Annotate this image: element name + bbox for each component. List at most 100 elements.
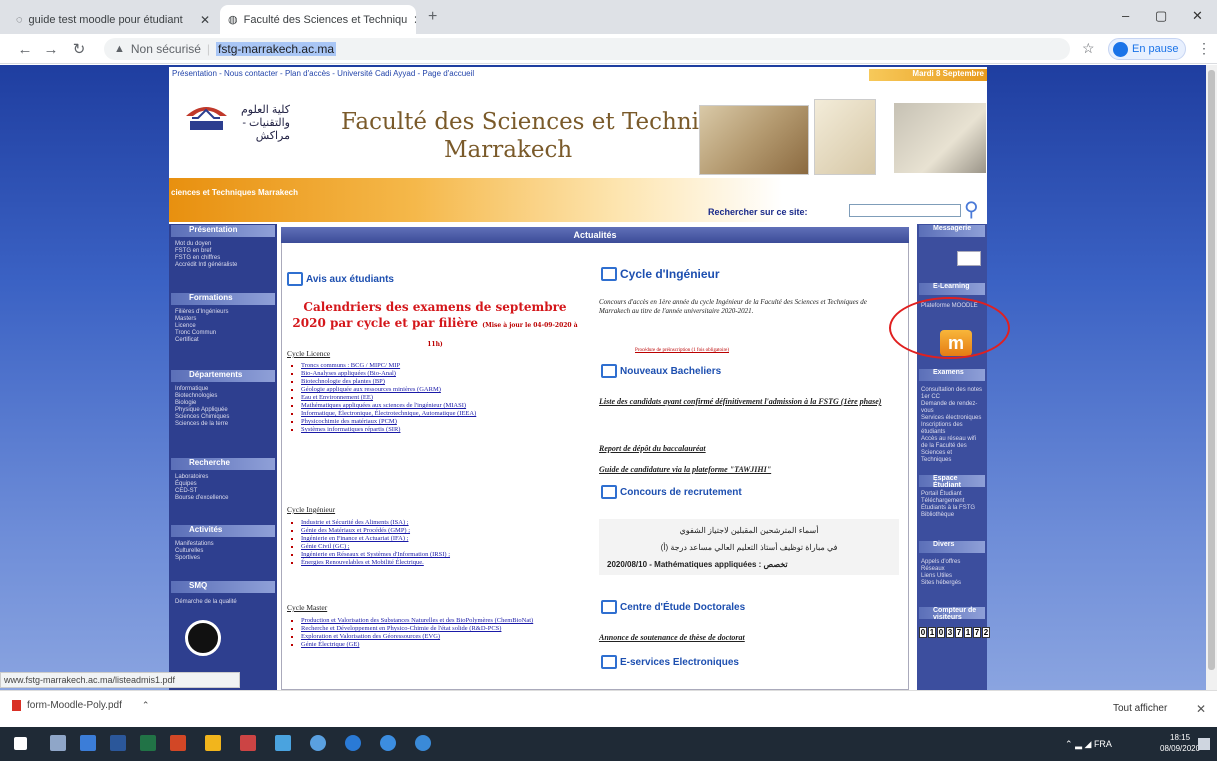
clock[interactable]: 18:15 08/09/2020 xyxy=(1160,732,1200,754)
minimize-button[interactable]: – xyxy=(1122,8,1129,23)
close-window-button[interactable]: ✕ xyxy=(1192,8,1203,24)
concours-arabic[interactable]: أسماء المترشحين المقبلين لاجتياز الشفوي xyxy=(599,526,899,535)
list-item[interactable]: Bio-Analyses appliquées (Bio-Anal) xyxy=(301,370,579,378)
concours-line[interactable]: 2020/08/10 - Mathématiques appliquées : … xyxy=(607,560,788,569)
chevron-up-icon: ⌃ xyxy=(1065,739,1073,749)
arrow-box-icon xyxy=(601,600,617,614)
app-icon[interactable] xyxy=(345,735,361,751)
list-item[interactable]: Informatique, Électronique, Électrotechn… xyxy=(301,410,579,418)
concours-arabic[interactable]: في مباراة توظيف أستاذ التعليم العالي مسا… xyxy=(599,543,899,552)
language-indicator: FRA xyxy=(1093,739,1112,749)
list-item[interactable]: Exploration et Valorisation des Géoresso… xyxy=(301,633,579,641)
sidebar-links[interactable]: Appels d'offres Réseaux Liens Utiles Sit… xyxy=(921,559,983,587)
new-tab-button[interactable]: + xyxy=(428,8,437,26)
search-input[interactable] xyxy=(849,204,961,217)
list-item[interactable]: Troncs communs : BCG / MIPC/ MIP xyxy=(301,362,579,370)
chevron-up-icon[interactable]: ⌃ xyxy=(142,700,150,711)
sidebar-links[interactable]: Portail Étudiant Téléchargement Étudiant… xyxy=(921,491,983,519)
close-tab-icon[interactable]: ✕ xyxy=(413,13,416,27)
scroll-thumb[interactable] xyxy=(1208,70,1215,670)
tab-faculte[interactable]: ◍ Faculté des Sciences et Techniqu ✕ xyxy=(220,5,416,34)
maximize-button[interactable]: ▢ xyxy=(1155,8,1167,24)
close-download-bar[interactable]: ✕ xyxy=(1196,702,1206,716)
app-icon[interactable] xyxy=(310,735,326,751)
sidebar-links[interactable]: Laboratoires Équipes CED-ST Bourse d'exc… xyxy=(175,474,275,502)
list-item[interactable]: Biotechnologie des plantes (BP) xyxy=(301,378,579,386)
sidebar-heading: Compteur de visiteurs xyxy=(919,607,985,621)
list-item[interactable]: Physicochimie des matériaux (PCM) xyxy=(301,418,579,426)
nb-heading[interactable]: Nouveaux Bacheliers xyxy=(601,364,721,378)
list-item[interactable]: Eau et Environnement (EE) xyxy=(301,394,579,402)
acrobat-icon[interactable] xyxy=(240,735,256,751)
address-bar[interactable]: ▲ Non sécurisé | fstg-marrakech.ac.ma xyxy=(104,38,1070,60)
app-icon[interactable] xyxy=(415,735,431,751)
sidebar-links[interactable]: Informatique Biotechnologies Biologie Ph… xyxy=(175,386,275,428)
list-item[interactable]: Génie Électrique (GE) xyxy=(301,641,579,649)
cycle-ing-heading[interactable]: Cycle d'Ingénieur xyxy=(601,267,720,281)
download-bar xyxy=(0,690,1217,727)
list-item[interactable]: Recherche et Développement en Physico-Ch… xyxy=(301,625,579,633)
list-item[interactable]: Ingénierie en Finance et Actuariat (IFA)… xyxy=(301,535,579,543)
back-icon[interactable]: ← xyxy=(14,38,36,60)
system-tray[interactable]: ⌃ ▂ ◢ FRA xyxy=(1065,739,1112,750)
app-icon[interactable] xyxy=(275,735,291,751)
download-item[interactable]: form-Moodle-Poly.pdf ⌃ xyxy=(12,700,149,711)
master-list: Production et Valorisation des Substance… xyxy=(289,617,579,649)
iso-seal xyxy=(185,620,221,656)
tab-guide-moodle[interactable]: ◌ guide test moodle pour étudiant ✕ xyxy=(8,5,218,34)
ced-heading[interactable]: Centre d'Étude Doctorales xyxy=(601,600,745,614)
nb-link[interactable]: Guide de candidature via la plateforme "… xyxy=(599,465,899,475)
sidebar-links[interactable]: Filières d'Ingénieurs Masters Licence Tr… xyxy=(175,309,275,344)
profile-button[interactable]: En pause xyxy=(1108,38,1186,60)
ced-link[interactable]: Annonce de soutenance de thèse de doctor… xyxy=(599,633,899,643)
mail-icon[interactable] xyxy=(957,251,981,266)
sidebar-links[interactable]: Consultation des notes 1er CC Demande de… xyxy=(921,387,983,464)
close-tab-icon[interactable]: ✕ xyxy=(200,13,210,27)
sidebar-links[interactable]: Démarche de la qualité xyxy=(175,599,275,606)
list-item[interactable]: Mathématiques appliquées aux sciences de… xyxy=(301,402,579,410)
menu-kebab-icon[interactable]: ⋮ xyxy=(1197,40,1211,57)
list-item[interactable]: Systèmes informatiques répartis (SIR) xyxy=(301,426,579,434)
list-item[interactable]: Production et Valorisation des Substance… xyxy=(301,617,579,625)
task-view-icon[interactable] xyxy=(50,735,66,751)
list-item[interactable]: Géologie appliquée aux ressources minièr… xyxy=(301,386,579,394)
show-all-button[interactable]: Tout afficher xyxy=(1113,703,1167,714)
status-bar: www.fstg-marrakech.ac.ma/listeadmis1.pdf xyxy=(0,672,240,688)
bookmark-star-icon[interactable]: ☆ xyxy=(1082,40,1095,57)
cycle-ing-link[interactable]: Procédure de préinscription (1 fois obli… xyxy=(635,346,729,355)
cycle-licence-heading: Cycle Licence xyxy=(287,349,331,358)
list-item[interactable]: Énergies Renouvelables et Mobilité Élect… xyxy=(301,559,579,567)
sidebar-links[interactable]: Manifestations Culturelles Sportives xyxy=(175,541,275,562)
site-subtitle: Marrakech xyxy=(444,137,573,163)
notification-icon[interactable] xyxy=(1198,738,1210,750)
sidebar-heading: Examens xyxy=(919,369,985,381)
list-item[interactable]: Ingénierie en Réseaux et Systèmes d'Info… xyxy=(301,551,579,559)
arrow-box-icon xyxy=(601,485,617,499)
list-item[interactable]: Génie Civil (GC) ; xyxy=(301,543,579,551)
nb-link[interactable]: Liste des candidats ayant confirmé défin… xyxy=(599,397,899,407)
word-icon[interactable] xyxy=(110,735,126,751)
calendar-headline[interactable]: Calendriers des examens de septembre 202… xyxy=(285,299,585,353)
search-icon[interactable]: ⚲ xyxy=(964,197,979,222)
avis-heading[interactable]: Avis aux étudiants xyxy=(287,272,394,286)
cycle-master-heading: Cycle Master xyxy=(287,603,328,612)
eservices-heading[interactable]: E-services Electroniques xyxy=(601,655,739,669)
arrow-box-icon xyxy=(601,267,617,281)
network-icon: ▂ xyxy=(1075,739,1082,749)
url-text[interactable]: fstg-marrakech.ac.ma xyxy=(216,42,337,56)
reload-icon[interactable]: ↻ xyxy=(68,38,90,60)
chrome-icon[interactable] xyxy=(205,735,221,751)
sidebar-links[interactable]: Mot du doyen FSTG en bref FSTG en chiffr… xyxy=(175,241,275,269)
list-item[interactable]: Industrie et Sécurité des Aliments (ISA)… xyxy=(301,519,579,527)
app-icon[interactable] xyxy=(380,735,396,751)
powerpoint-icon[interactable] xyxy=(170,735,186,751)
concours-heading[interactable]: Concours de recrutement xyxy=(601,485,742,499)
visitor-counter: 01037172 xyxy=(919,627,990,638)
nb-link[interactable]: Report de dépôt du baccalauréat xyxy=(599,444,899,454)
excel-icon[interactable] xyxy=(140,735,156,751)
forward-icon[interactable]: → xyxy=(40,38,62,60)
list-item[interactable]: Génie des Matériaux et Procédés (GMP) ; xyxy=(301,527,579,535)
top-nav[interactable]: Présentation - Nous contacter - Plan d'a… xyxy=(169,69,987,81)
edge-icon[interactable] xyxy=(80,735,96,751)
windows-start-icon[interactable] xyxy=(14,737,27,750)
